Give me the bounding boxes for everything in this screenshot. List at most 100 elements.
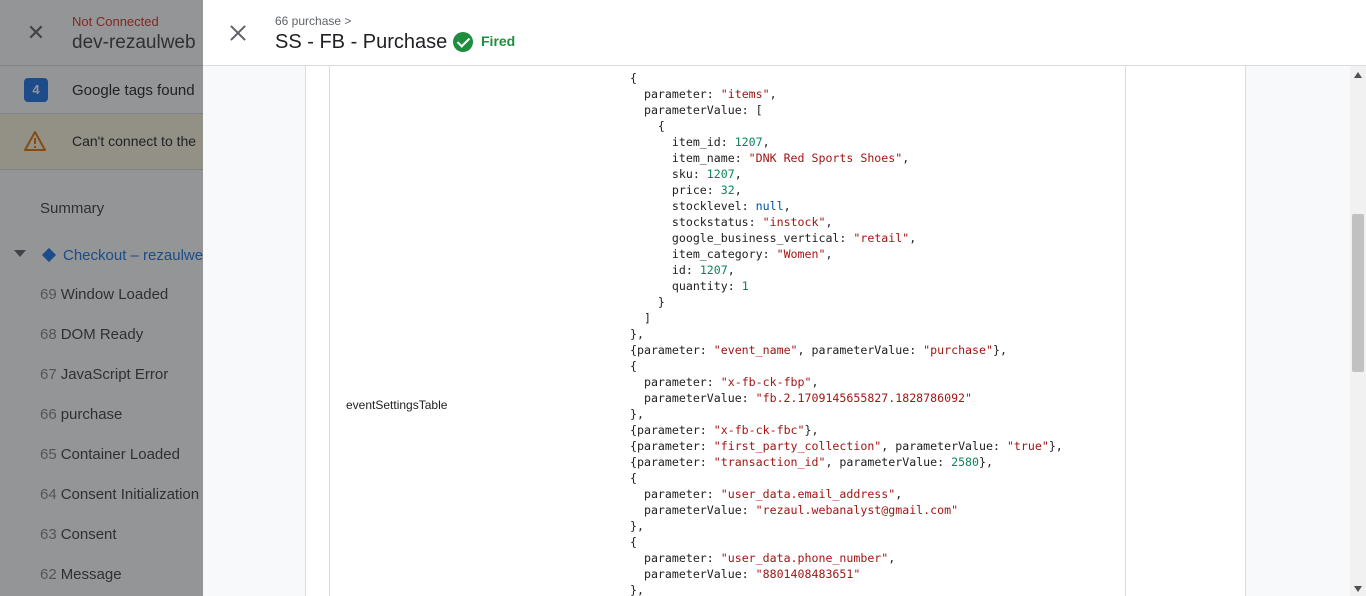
code-line: { [630, 534, 1105, 550]
breadcrumb[interactable]: 66 purchase > [275, 14, 351, 28]
scrollbar-thumb[interactable] [1352, 214, 1364, 372]
code-token: "user_data.email_address" [720, 487, 896, 501]
code-token: "purchase" [923, 343, 993, 357]
code-token: , [811, 375, 819, 389]
code-line: parameter: "x-fb-ck-fbp", [630, 374, 1105, 390]
code-line: }, [630, 406, 1105, 422]
code-token: , [762, 135, 770, 149]
code-token: }, [630, 519, 644, 533]
code-line: {parameter: "transaction_id", parameterV… [630, 454, 1105, 470]
close-icon[interactable] [229, 24, 247, 42]
code-token: "Women" [776, 247, 826, 261]
code-line: stocklevel: null, [630, 198, 1105, 214]
code-token: {parameter: [630, 423, 714, 437]
code-token: parameter: [630, 551, 721, 565]
code-line: id: 1207, [630, 262, 1105, 278]
code-token: { [630, 71, 637, 85]
code-token: "retail" [853, 231, 910, 245]
code-token: parameter: [630, 487, 721, 501]
code-token: , [888, 551, 896, 565]
code-line: { [630, 118, 1105, 134]
code-token: "x-fb-ck-fbp" [720, 375, 812, 389]
code-token: "rezaul.webanalyst@gmail.com" [755, 503, 959, 517]
scroll-up-arrow-icon[interactable] [1354, 72, 1362, 78]
code-token: "instock" [762, 215, 826, 229]
code-line: sku: 1207, [630, 166, 1105, 182]
code-line: parameter: "user_data.email_address", [630, 486, 1105, 502]
code-line: parameterValue: "rezaul.webanalyst@gmail… [630, 502, 1105, 518]
code-line: parameter: "user_data.phone_number", [630, 550, 1105, 566]
code-line: }, [630, 326, 1105, 342]
code-token: 1207 [734, 135, 763, 149]
code-token: "true" [1006, 439, 1049, 453]
code-token: parameterValue: [ [630, 103, 763, 117]
code-token: , [825, 247, 833, 261]
code-token: }, [992, 343, 1007, 357]
code-token: }, [804, 423, 819, 437]
code-token: {parameter: [630, 455, 714, 469]
code-token: parameterValue: [630, 503, 756, 517]
code-token: 1207 [706, 167, 735, 181]
code-line: {parameter: "event_name", parameterValue… [630, 342, 1105, 358]
tag-details-sheet: 66 purchase > SS - FB - Purchase Fired e… [203, 0, 1366, 596]
code-line: {parameter: "x-fb-ck-fbc"}, [630, 422, 1105, 438]
code-token: { [630, 535, 637, 549]
code-token: , parameterValue: [825, 455, 952, 469]
code-token: "fb.2.1709145655827.1828786092" [755, 391, 973, 405]
code-line: parameterValue: "fb.2.1709145655827.1828… [630, 390, 1105, 406]
code-token: , parameterValue: [797, 343, 924, 357]
code-token: , [734, 167, 742, 181]
code-token: "items" [720, 87, 770, 101]
code-token: parameter: [630, 375, 721, 389]
property-value-code: { parameter: "items", parameterValue: [ … [630, 70, 1105, 596]
code-line: } [630, 294, 1105, 310]
check-circle-icon [453, 32, 473, 52]
code-token: , parameterValue: [881, 439, 1007, 453]
code-line: { [630, 470, 1105, 486]
code-token: , [734, 183, 742, 197]
code-token: "first_party_collection" [713, 439, 882, 453]
code-token: "user_data.phone_number" [720, 551, 889, 565]
code-token: , [895, 487, 903, 501]
code-token: { [630, 359, 637, 373]
code-token: item_name: [630, 151, 749, 165]
code-token: , [727, 263, 735, 277]
sheet-body[interactable]: eventSettingsTable { parameter: "items",… [203, 66, 1366, 596]
code-token: quantity: [630, 279, 742, 293]
code-token: null [755, 199, 784, 213]
code-line: quantity: 1 [630, 278, 1105, 294]
code-token: , [909, 231, 917, 245]
code-token: parameterValue: [630, 567, 756, 581]
scroll-down-arrow-icon[interactable] [1354, 586, 1362, 592]
code-token: }, [979, 455, 993, 469]
properties-card: eventSettingsTable { parameter: "items",… [305, 66, 1246, 596]
code-line: { [630, 70, 1105, 86]
code-token: item_id: [630, 135, 735, 149]
code-token: , [825, 215, 833, 229]
code-token: 32 [720, 183, 735, 197]
tag-title: SS - FB - Purchase [275, 31, 448, 53]
code-token: "transaction_id" [713, 455, 826, 469]
code-token: , [902, 151, 910, 165]
code-token: id: [630, 263, 700, 277]
code-token: parameter: [630, 87, 721, 101]
code-token: "DNK Red Sports Shoes" [748, 151, 903, 165]
code-token: stocklevel: [630, 199, 756, 213]
code-token: }, [630, 407, 644, 421]
status-label: Fired [481, 33, 516, 49]
code-token: {parameter: [630, 439, 714, 453]
sheet-header: 66 purchase > SS - FB - Purchase Fired [203, 0, 1366, 66]
code-token: { [630, 119, 665, 133]
properties-table: eventSettingsTable { parameter: "items",… [329, 66, 1126, 596]
code-line: stockstatus: "instock", [630, 214, 1105, 230]
code-token: stockstatus: [630, 215, 763, 229]
code-token: }, [630, 583, 644, 596]
code-token: { [630, 471, 637, 485]
code-token: "event_name" [713, 343, 798, 357]
code-line: { [630, 358, 1105, 374]
code-line: price: 32, [630, 182, 1105, 198]
code-line: item_category: "Women", [630, 246, 1105, 262]
code-token: 1207 [699, 263, 728, 277]
scrollbar[interactable] [1350, 66, 1366, 596]
code-line: }, [630, 582, 1105, 596]
